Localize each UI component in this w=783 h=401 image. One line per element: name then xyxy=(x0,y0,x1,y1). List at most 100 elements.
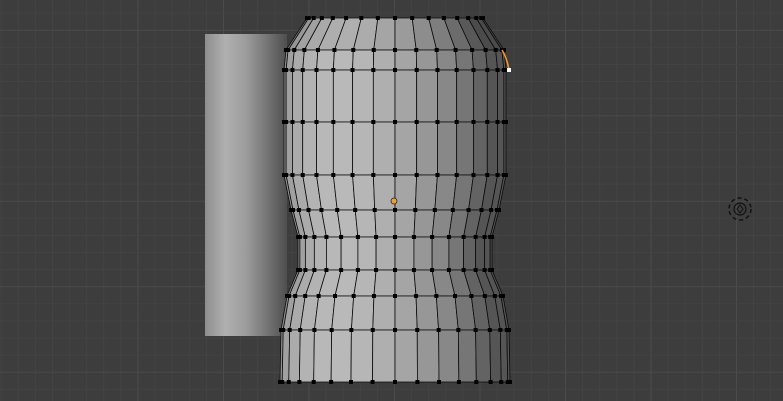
mesh-vertex[interactable] xyxy=(410,16,415,20)
mesh-vertex[interactable] xyxy=(290,173,295,177)
mesh-vertex[interactable] xyxy=(393,120,397,124)
mesh-vertex[interactable] xyxy=(434,48,439,52)
mesh-vertex[interactable] xyxy=(339,235,344,239)
mesh-vertex[interactable] xyxy=(393,294,397,298)
3d-viewport[interactable] xyxy=(0,0,783,401)
mesh-vertex[interactable] xyxy=(371,48,376,52)
mesh-vertex[interactable] xyxy=(331,68,336,72)
mesh-vertex[interactable] xyxy=(501,294,505,298)
mesh-vertex[interactable] xyxy=(300,173,305,177)
mesh-vertex[interactable] xyxy=(471,68,476,72)
mesh-vertex[interactable] xyxy=(495,120,500,124)
mesh-vertex[interactable] xyxy=(437,380,442,384)
mesh-vertex[interactable] xyxy=(499,380,504,384)
mesh-vertex[interactable] xyxy=(497,208,501,212)
mesh-vertex[interactable] xyxy=(474,16,479,20)
mesh-vertex[interactable] xyxy=(349,328,354,332)
mesh-vertex[interactable] xyxy=(371,173,376,177)
mesh-vertex[interactable] xyxy=(504,120,508,124)
mesh-vertex[interactable] xyxy=(286,380,291,384)
mesh-vertex[interactable] xyxy=(393,380,397,384)
mesh-vertex[interactable] xyxy=(430,268,435,272)
mesh-vertex[interactable] xyxy=(359,16,364,20)
mesh-vertex[interactable] xyxy=(432,208,437,212)
mesh-vertex[interactable] xyxy=(300,120,305,124)
mesh-vertex[interactable] xyxy=(281,328,286,332)
mesh-vertex[interactable] xyxy=(485,173,490,177)
mesh-vertex[interactable] xyxy=(393,48,397,52)
mesh-vertex[interactable] xyxy=(372,208,377,212)
mesh-vertex[interactable] xyxy=(330,16,335,20)
mesh-vertex[interactable] xyxy=(492,294,497,298)
mesh-vertex[interactable] xyxy=(331,120,336,124)
mesh-vertex[interactable] xyxy=(284,68,289,72)
mesh-vertex[interactable] xyxy=(306,208,311,212)
mesh-vertex[interactable] xyxy=(453,48,458,52)
mesh-vertex[interactable] xyxy=(411,235,416,239)
mesh-vertex[interactable] xyxy=(393,68,397,72)
active-vertex[interactable] xyxy=(507,68,511,72)
mesh-vertex[interactable] xyxy=(332,294,337,298)
mesh-vertex[interactable] xyxy=(413,208,418,212)
mesh-vertex[interactable] xyxy=(393,328,397,332)
mesh-vertex[interactable] xyxy=(466,208,471,212)
mesh-vertex[interactable] xyxy=(456,328,461,332)
mesh-vertex[interactable] xyxy=(311,16,316,20)
mesh-vertex[interactable] xyxy=(297,235,302,239)
mesh-vertex[interactable] xyxy=(473,328,478,332)
mesh-vertex[interactable] xyxy=(284,173,289,177)
mesh-vertex[interactable] xyxy=(335,208,340,212)
mesh-vertex[interactable] xyxy=(375,16,380,20)
mesh-vertex[interactable] xyxy=(316,294,321,298)
mesh-vertex[interactable] xyxy=(426,16,431,20)
mesh-vertex[interactable] xyxy=(471,120,476,124)
mesh-vertex[interactable] xyxy=(293,294,298,298)
mesh-vertex[interactable] xyxy=(319,16,324,20)
mesh-vertex[interactable] xyxy=(350,173,355,177)
mesh-vertex[interactable] xyxy=(504,173,508,177)
mesh-vertex[interactable] xyxy=(350,120,355,124)
mesh-vertex[interactable] xyxy=(290,68,295,72)
mesh-vertex[interactable] xyxy=(312,235,317,239)
mesh-vertex[interactable] xyxy=(312,268,317,272)
mesh-vertex[interactable] xyxy=(371,294,376,298)
mesh-vertex[interactable] xyxy=(482,294,487,298)
mesh-vertex[interactable] xyxy=(311,380,316,384)
mesh-vertex[interactable] xyxy=(456,380,461,384)
mesh-vertex[interactable] xyxy=(351,294,356,298)
mesh-vertex[interactable] xyxy=(302,48,307,52)
mesh-vertex[interactable] xyxy=(490,235,494,239)
mesh-vertex[interactable] xyxy=(479,208,484,212)
mesh-vertex[interactable] xyxy=(414,48,419,52)
mesh-vertex[interactable] xyxy=(466,16,471,20)
mesh-vertex[interactable] xyxy=(414,294,419,298)
viewport-canvas[interactable] xyxy=(0,0,783,401)
mesh-vertex[interactable] xyxy=(473,235,478,239)
mesh-vertex[interactable] xyxy=(415,328,420,332)
mesh-vertex[interactable] xyxy=(489,208,494,212)
mesh-vertex[interactable] xyxy=(370,328,375,332)
mesh-vertex[interactable] xyxy=(290,120,295,124)
mesh-vertex[interactable] xyxy=(454,120,459,124)
mesh-vertex[interactable] xyxy=(329,380,334,384)
mesh-vertex[interactable] xyxy=(287,328,292,332)
mesh-vertex[interactable] xyxy=(371,120,376,124)
mesh-vertex[interactable] xyxy=(455,16,460,20)
mesh-vertex[interactable] xyxy=(471,173,476,177)
mesh-vertex[interactable] xyxy=(487,328,492,332)
mesh-vertex[interactable] xyxy=(355,268,360,272)
mesh-vertex[interactable] xyxy=(329,328,334,332)
mesh-vertex[interactable] xyxy=(461,235,466,239)
mesh-vertex[interactable] xyxy=(393,173,397,177)
mesh-vertex[interactable] xyxy=(393,208,397,212)
mesh-vertex[interactable] xyxy=(370,380,375,384)
mesh-vertex[interactable] xyxy=(461,268,466,272)
mesh-vertex[interactable] xyxy=(454,68,459,72)
mesh-vertex[interactable] xyxy=(350,68,355,72)
cylinder-object[interactable] xyxy=(205,34,287,336)
mesh-vertex[interactable] xyxy=(290,208,295,212)
mesh-vertex[interactable] xyxy=(324,235,329,239)
mesh-vertex[interactable] xyxy=(436,328,441,332)
mesh-vertex[interactable] xyxy=(303,268,308,272)
mesh-vertex[interactable] xyxy=(319,208,324,212)
